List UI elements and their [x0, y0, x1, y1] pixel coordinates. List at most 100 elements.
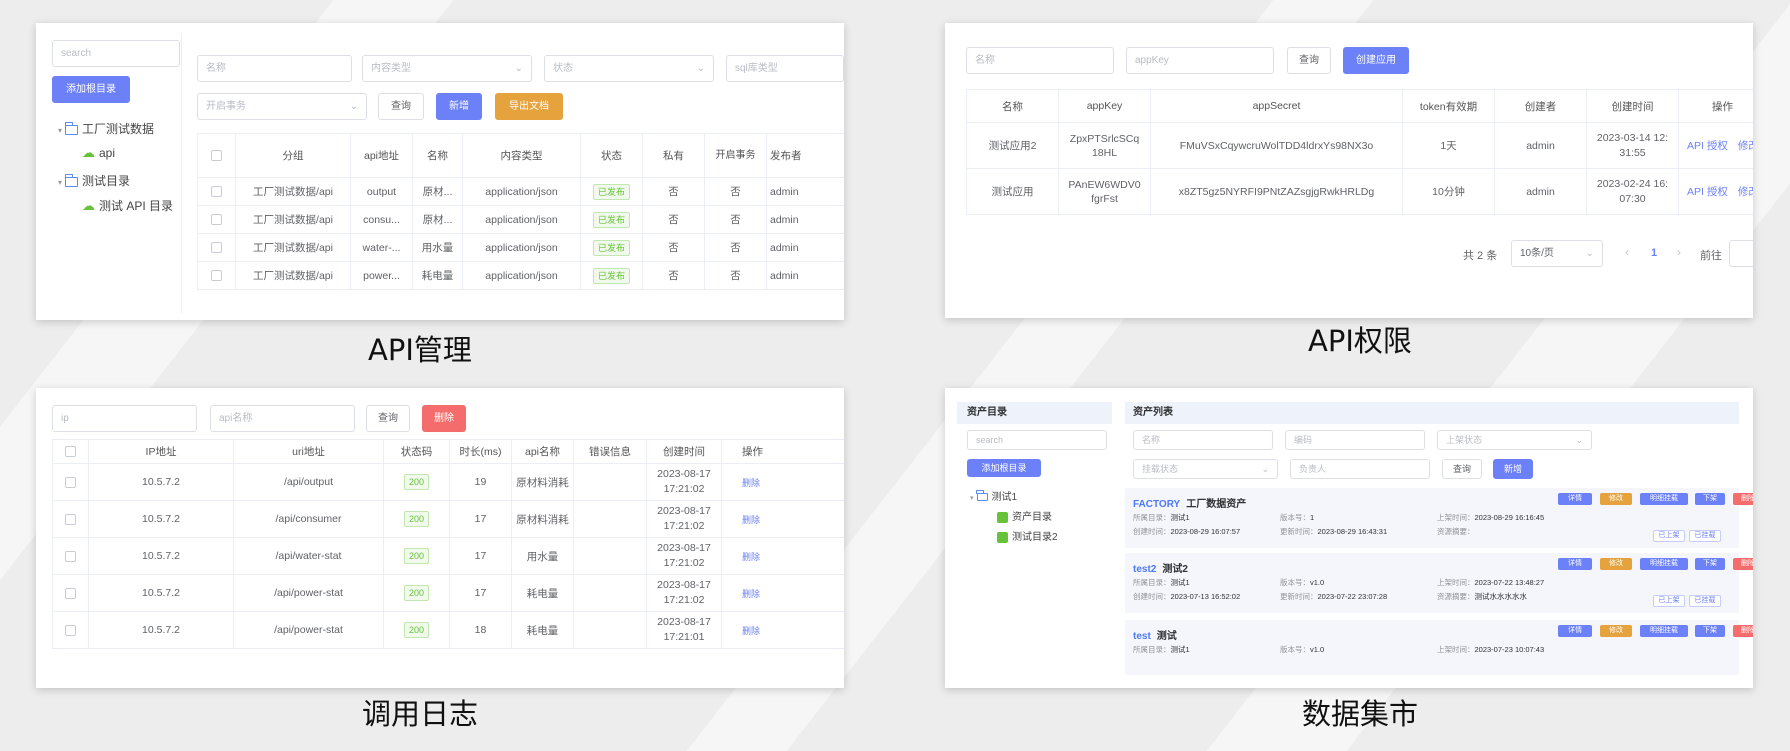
query-button[interactable]: 查询	[1287, 47, 1331, 74]
api-management-panel: search 添加根目录 ▾ 工厂测试数据 ☁ api ▾ 测试目录 ☁ 测试 API …	[36, 23, 844, 320]
edit-link[interactable]: 修改	[1738, 186, 1753, 198]
asset-name-filter-input[interactable]: 名称	[1133, 430, 1273, 450]
api-name-filter-input[interactable]: api名称	[210, 405, 355, 432]
mounted-tag: 已挂载	[1689, 595, 1721, 607]
edit-link[interactable]: 修改	[1738, 140, 1753, 152]
delete-link[interactable]: 删除	[742, 478, 760, 488]
goto-page-input[interactable]	[1729, 240, 1753, 267]
tree-node-folder[interactable]: ▾ 测试目录	[58, 172, 130, 189]
delete-button[interactable]: 删除	[1733, 625, 1753, 637]
next-page-icon[interactable]: ›	[1677, 245, 1681, 259]
table-row[interactable]: 工厂测试数据/api output 原材... application/json 已发布…	[197, 177, 844, 206]
table-row[interactable]: 测试应用2 ZpxPTSrlcSCq 18HL FMuVSxCqywcruWolTDD…	[966, 122, 1753, 169]
query-button[interactable]: 查询	[1442, 459, 1482, 479]
table-row[interactable]: 10.5.7.2/api/consumer 200 17 原材料消耗 2023-08-1…	[52, 500, 844, 538]
asset-card[interactable]: test 测试 详情 修改 明细挂载 下架 删除 所属目录：测试1 版本号：v1.0 上架时间：2…	[1125, 620, 1753, 675]
row-checkbox[interactable]	[65, 550, 76, 562]
asset-code-filter-input[interactable]: 编码	[1285, 430, 1425, 450]
mount-detail-button[interactable]: 明细挂载	[1640, 493, 1688, 505]
tree-node-catalog[interactable]: 测试目录2	[997, 528, 1058, 543]
delete-link[interactable]: 删除	[742, 626, 760, 636]
created-time: 2023-03-14 12:	[1596, 131, 1669, 144]
tree-node-api[interactable]: ☁ api	[82, 145, 115, 161]
add-root-button[interactable]: 添加根目录	[967, 459, 1041, 477]
sql-type-select[interactable]: sql库类型	[726, 55, 844, 82]
tree-node-folder[interactable]: ▾ 测试1	[970, 488, 1017, 503]
asset-card[interactable]: FACTORY 工厂数据资产 详情 修改 明细挂载 下架 删除 所属目录：测试1 版本号：1 上架…	[1125, 488, 1753, 548]
row-checkbox[interactable]	[211, 186, 222, 198]
row-checkbox[interactable]	[65, 624, 76, 636]
delete-button[interactable]: 删除	[1733, 493, 1753, 505]
row-checkbox[interactable]	[65, 587, 76, 599]
edit-button[interactable]: 修改	[1600, 493, 1632, 505]
ip-filter-input[interactable]: ip	[52, 405, 197, 432]
app-name-filter-input[interactable]: 名称	[966, 47, 1114, 74]
add-button[interactable]: 新增	[436, 93, 482, 120]
detail-button[interactable]: 详情	[1558, 493, 1592, 505]
select-all-checkbox[interactable]	[211, 150, 222, 162]
unshelve-button[interactable]: 下架	[1695, 625, 1725, 637]
status-code-badge: 200	[403, 622, 430, 638]
asset-card[interactable]: test2 测试2 详情 修改 明细挂载 下架 删除 所属目录：测试1 版本号：v1.0 上架时间…	[1125, 553, 1753, 613]
mount-detail-button[interactable]: 明细挂载	[1640, 558, 1688, 570]
export-doc-button[interactable]: 导出文档	[495, 93, 563, 120]
edit-button[interactable]: 修改	[1600, 625, 1632, 637]
table-row[interactable]: 测试应用 PAnEW6WDV0 fgrFst x8ZT5gz5NYRFI9PNtZAZ…	[966, 168, 1753, 215]
tree-node-api[interactable]: ☁ 测试 API 目录	[82, 197, 173, 214]
appkey-line: 18HL	[1091, 146, 1118, 159]
table-row[interactable]: 10.5.7.2/api/output 200 19 原材料消耗 2023-08-17 1…	[52, 463, 844, 501]
row-checkbox[interactable]	[211, 270, 222, 282]
query-button[interactable]: 查询	[378, 93, 424, 120]
created-time: 17:21:02	[663, 483, 705, 495]
page-size-select[interactable]: 10条/页 ⌄	[1511, 240, 1603, 267]
create-app-button[interactable]: 创建应用	[1343, 47, 1409, 74]
row-checkbox[interactable]	[65, 513, 76, 525]
delete-button[interactable]: 删除	[1733, 558, 1753, 570]
detail-button[interactable]: 详情	[1558, 625, 1592, 637]
database-icon	[997, 511, 1008, 523]
current-page[interactable]: 1	[1651, 247, 1657, 259]
name-filter-input[interactable]: 名称	[197, 55, 352, 82]
created-time: 17:21:02	[663, 557, 705, 569]
edit-button[interactable]: 修改	[1600, 558, 1632, 570]
catalog-search-input[interactable]: search	[967, 430, 1107, 450]
add-button[interactable]: 新增	[1493, 459, 1533, 479]
row-checkbox[interactable]	[211, 214, 222, 226]
api-auth-link[interactable]: API 授权	[1687, 140, 1728, 152]
add-root-button[interactable]: 添加根目录	[52, 76, 130, 103]
table-row[interactable]: 工厂测试数据/api water-... 用水量 application/json 已发…	[197, 233, 844, 262]
shelf-status-select[interactable]: 上架状态 ⌄	[1437, 430, 1592, 450]
asset-meta-version: 版本号：1	[1280, 513, 1315, 522]
appkey-filter-input[interactable]: appKey	[1126, 47, 1274, 74]
table-row[interactable]: 10.5.7.2/api/power-stat 200 18 耗电量 2023-08-1…	[52, 611, 844, 649]
select-all-checkbox[interactable]	[65, 446, 76, 458]
row-checkbox[interactable]	[211, 242, 222, 254]
api-auth-link[interactable]: API 授权	[1687, 186, 1728, 198]
unshelve-button[interactable]: 下架	[1695, 558, 1725, 570]
delete-link[interactable]: 删除	[742, 552, 760, 562]
tree-search-input[interactable]: search	[52, 40, 180, 67]
asset-card-title: test 测试	[1133, 627, 1177, 642]
delete-button[interactable]: 删除	[422, 405, 466, 432]
row-checkbox[interactable]	[65, 476, 76, 488]
tree-node-catalog[interactable]: 资产目录	[997, 508, 1052, 523]
prev-page-icon[interactable]: ‹	[1625, 245, 1629, 259]
unshelve-button[interactable]: 下架	[1695, 493, 1725, 505]
delete-link[interactable]: 删除	[742, 515, 760, 525]
tree-node-folder[interactable]: ▾ 工厂测试数据	[58, 120, 154, 137]
mount-detail-button[interactable]: 明细挂载	[1640, 625, 1688, 637]
table-row[interactable]: 10.5.7.2/api/power-stat 200 17 耗电量 2023-08-1…	[52, 574, 844, 612]
folder-icon	[64, 173, 79, 187]
status-select[interactable]: 状态 ⌄	[544, 55, 714, 82]
table-row[interactable]: 工厂测试数据/api power... 耗电量 application/json 已发布…	[197, 261, 844, 290]
table-row[interactable]: 工厂测试数据/api consu... 原材... application/json 已…	[197, 205, 844, 234]
caption-api-management: API管理	[368, 333, 472, 367]
mount-status-select[interactable]: 挂载状态 ⌄	[1133, 459, 1278, 479]
transaction-select[interactable]: 开启事务 ⌄	[197, 93, 367, 120]
owner-filter-input[interactable]: 负责人	[1290, 459, 1430, 479]
table-row[interactable]: 10.5.7.2/api/water-stat 200 17 用水量 2023-08-1…	[52, 537, 844, 575]
content-type-select[interactable]: 内容类型 ⌄	[362, 55, 532, 82]
delete-link[interactable]: 删除	[742, 589, 760, 599]
detail-button[interactable]: 详情	[1558, 558, 1592, 570]
query-button[interactable]: 查询	[366, 405, 410, 432]
